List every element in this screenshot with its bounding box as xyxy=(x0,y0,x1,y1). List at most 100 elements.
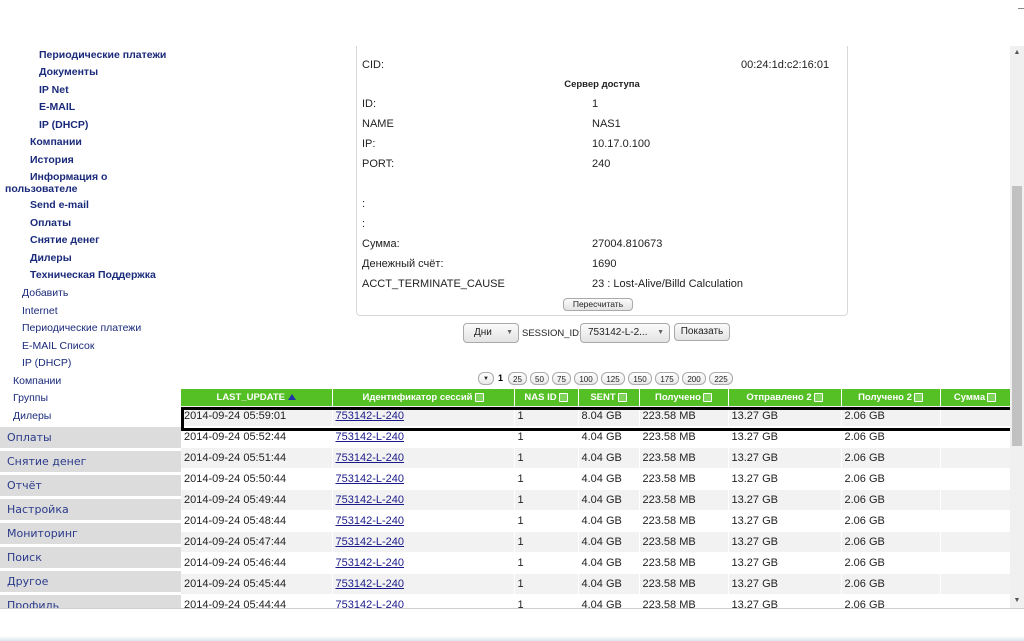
page-size-100[interactable]: 100 xyxy=(574,372,598,385)
cell-sent-2: 13.27 GB xyxy=(728,468,842,490)
column-toggle-checkbox[interactable] xyxy=(558,392,568,402)
session-id-link[interactable]: 753142-L-240 xyxy=(336,473,405,485)
column-toggle-checkbox[interactable] xyxy=(702,392,712,402)
table-row[interactable]: 2014-09-24 05:51:44 753142-L-240 1 4.04 GB 2… xyxy=(181,447,1010,469)
column-toggle-checkbox[interactable] xyxy=(913,392,923,402)
table-row[interactable]: 2014-09-24 05:52:44 753142-L-240 1 4.04 GB 2… xyxy=(181,426,1010,448)
page-scrollbar[interactable]: ▲ ▼ xyxy=(1010,46,1024,608)
nav-link-dealers[interactable]: Дилеры xyxy=(30,252,72,264)
column-header-last-update[interactable]: LAST_UPDATE xyxy=(181,389,333,406)
cell-sent-2: 13.27 GB xyxy=(728,426,842,448)
cell-sum xyxy=(940,594,1010,608)
column-header-received[interactable]: Получено xyxy=(639,389,729,406)
session-id-link[interactable]: 753142-L-240 xyxy=(336,536,405,548)
column-toggle-checkbox[interactable] xyxy=(617,392,627,402)
nav-link-email-list[interactable]: E-MAIL Список xyxy=(22,340,94,352)
nav-category-profile[interactable]: Профиль xyxy=(0,594,181,608)
nav-link-periodic-payments[interactable]: Периодические платежи xyxy=(39,49,166,61)
nav-category-settings[interactable]: Настройка xyxy=(0,498,181,520)
scroll-down-arrow-icon[interactable]: ▼ xyxy=(1010,594,1024,608)
page-size-25[interactable]: 25 xyxy=(508,372,527,385)
session-id-link[interactable]: 753142-L-240 xyxy=(336,410,405,422)
nav-link-send-email[interactable]: Send e-mail xyxy=(30,199,89,211)
nav-link-user-info[interactable]: Информация о пользователе xyxy=(5,171,125,195)
nav-link-withdrawals[interactable]: Снятие денег xyxy=(30,234,99,246)
nav-link-periodic-payments-2[interactable]: Периодические платежи xyxy=(22,322,141,334)
session-id-select[interactable]: 753142-L-2... ▼ xyxy=(580,323,670,343)
nav-category-other[interactable]: Другое xyxy=(0,570,181,592)
window-control-dot xyxy=(1018,8,1024,9)
session-id-link[interactable]: 753142-L-240 xyxy=(336,578,405,590)
table-row[interactable]: 2014-09-24 05:48:44 753142-L-240 1 4.04 GB 2… xyxy=(181,510,1010,532)
column-header-sent[interactable]: SENT xyxy=(578,389,640,406)
session-id-link[interactable]: 753142-L-240 xyxy=(336,494,405,506)
scroll-up-arrow-icon[interactable]: ▲ xyxy=(1010,46,1024,60)
nav-link-add[interactable]: Добавить xyxy=(22,287,68,299)
recalculate-button[interactable]: Пересчитать xyxy=(563,298,633,311)
cell-sent: 4.04 GB xyxy=(578,573,640,595)
table-row[interactable]: 2014-09-24 05:47:44 753142-L-240 1 4.04 GB 2… xyxy=(181,531,1010,553)
session-id-link[interactable]: 753142-L-240 xyxy=(336,431,405,443)
cell-sum xyxy=(940,447,1010,469)
cell-last-update: 2014-09-24 05:59:01 xyxy=(181,406,333,427)
page-size-175[interactable]: 175 xyxy=(655,372,679,385)
cell-nas-id: 1 xyxy=(514,573,579,595)
cell-last-update: 2014-09-24 05:49:44 xyxy=(181,489,333,511)
column-header-label: Отправлено 2 xyxy=(746,392,812,403)
nav-link-history[interactable]: История xyxy=(30,154,74,166)
page-size-150[interactable]: 150 xyxy=(628,372,652,385)
nav-link-ip-net[interactable]: IP Net xyxy=(39,84,69,96)
nav-category-payments[interactable]: Оплаты xyxy=(0,426,181,448)
nav-category-report[interactable]: Отчёт xyxy=(0,474,181,496)
nav-link-dealers-2[interactable]: Дилеры xyxy=(13,410,51,422)
scrollbar-thumb[interactable] xyxy=(1012,186,1022,446)
table-row[interactable]: 2014-09-24 05:44:44 753142-L-240 1 4.04 GB 2… xyxy=(181,594,1010,608)
column-header-nas-id[interactable]: NAS ID xyxy=(514,389,579,406)
table-row[interactable]: 2014-09-24 05:59:01 753142-L-240 1 8.04 GB 2… xyxy=(181,406,1010,427)
nav-link-documents[interactable]: Документы xyxy=(39,66,98,78)
nav-link-ip-dhcp-2[interactable]: IP (DHCP) xyxy=(22,357,71,369)
column-toggle-checkbox[interactable] xyxy=(474,392,484,402)
page-size-200[interactable]: 200 xyxy=(682,372,706,385)
column-header-sum[interactable]: Сумма xyxy=(940,389,1010,406)
page-size-dropdown-icon[interactable]: ▼ xyxy=(478,372,494,385)
nav-link-email[interactable]: E-MAIL xyxy=(39,101,75,113)
column-toggle-checkbox[interactable] xyxy=(813,392,823,402)
period-select[interactable]: Дни ▼ xyxy=(463,323,519,343)
page-size-125[interactable]: 125 xyxy=(601,372,625,385)
table-row[interactable]: 2014-09-24 05:46:44 753142-L-240 1 4.04 GB 2… xyxy=(181,552,1010,574)
nav-link-tech-support[interactable]: Техническая Поддержка xyxy=(30,269,156,281)
nav-link-companies[interactable]: Компании xyxy=(30,136,82,148)
column-toggle-checkbox[interactable] xyxy=(987,392,997,402)
column-header-received-2[interactable]: Получено 2 xyxy=(841,389,941,406)
page-size-225[interactable]: 225 xyxy=(709,372,733,385)
browser-bottom-bar xyxy=(0,608,1024,641)
column-header-session-id[interactable]: Идентификатор сессий xyxy=(332,389,515,406)
table-row[interactable]: 2014-09-24 05:45:44 753142-L-240 1 4.04 GB 2… xyxy=(181,573,1010,595)
cell-nas-id: 1 xyxy=(514,594,579,608)
session-id-link[interactable]: 753142-L-240 xyxy=(336,557,405,569)
column-header-sent-2[interactable]: Отправлено 2 xyxy=(728,389,842,406)
nav-link-companies-2[interactable]: Компании xyxy=(13,375,61,387)
session-id-link[interactable]: 753142-L-240 xyxy=(336,599,405,608)
table-row[interactable]: 2014-09-24 05:50:44 753142-L-240 1 4.04 GB 2… xyxy=(181,468,1010,490)
session-id-link[interactable]: 753142-L-240 xyxy=(336,515,405,527)
show-button[interactable]: Показать xyxy=(674,323,730,341)
session-id-link[interactable]: 753142-L-240 xyxy=(336,452,405,464)
page-size-75[interactable]: 75 xyxy=(552,372,571,385)
cell-sent: 4.04 GB xyxy=(578,510,640,532)
nav-link-internet[interactable]: Internet xyxy=(22,305,58,317)
nav-link-payments[interactable]: Оплаты xyxy=(30,217,71,229)
nav-link-ip-dhcp[interactable]: IP (DHCP) xyxy=(39,119,88,131)
nav-category-monitoring[interactable]: Мониторинг xyxy=(0,522,181,544)
page-size-50[interactable]: 50 xyxy=(530,372,549,385)
nav-category-search[interactable]: Поиск xyxy=(0,546,181,568)
sum-value: 27004.810673 xyxy=(592,238,663,250)
nav-category-withdrawals[interactable]: Снятие денег xyxy=(0,450,181,472)
terminate-cause-value: 23 : Lost-Alive/Billd Calculation xyxy=(592,278,744,290)
sessions-table-body: 2014-09-24 05:59:01 753142-L-240 1 8.04 GB 2… xyxy=(181,406,1010,608)
cell-sent: 4.04 GB xyxy=(578,489,640,511)
cell-last-update: 2014-09-24 05:51:44 xyxy=(181,447,333,469)
table-row[interactable]: 2014-09-24 05:49:44 753142-L-240 1 4.04 GB 2… xyxy=(181,489,1010,511)
nav-link-groups[interactable]: Группы xyxy=(13,392,48,404)
